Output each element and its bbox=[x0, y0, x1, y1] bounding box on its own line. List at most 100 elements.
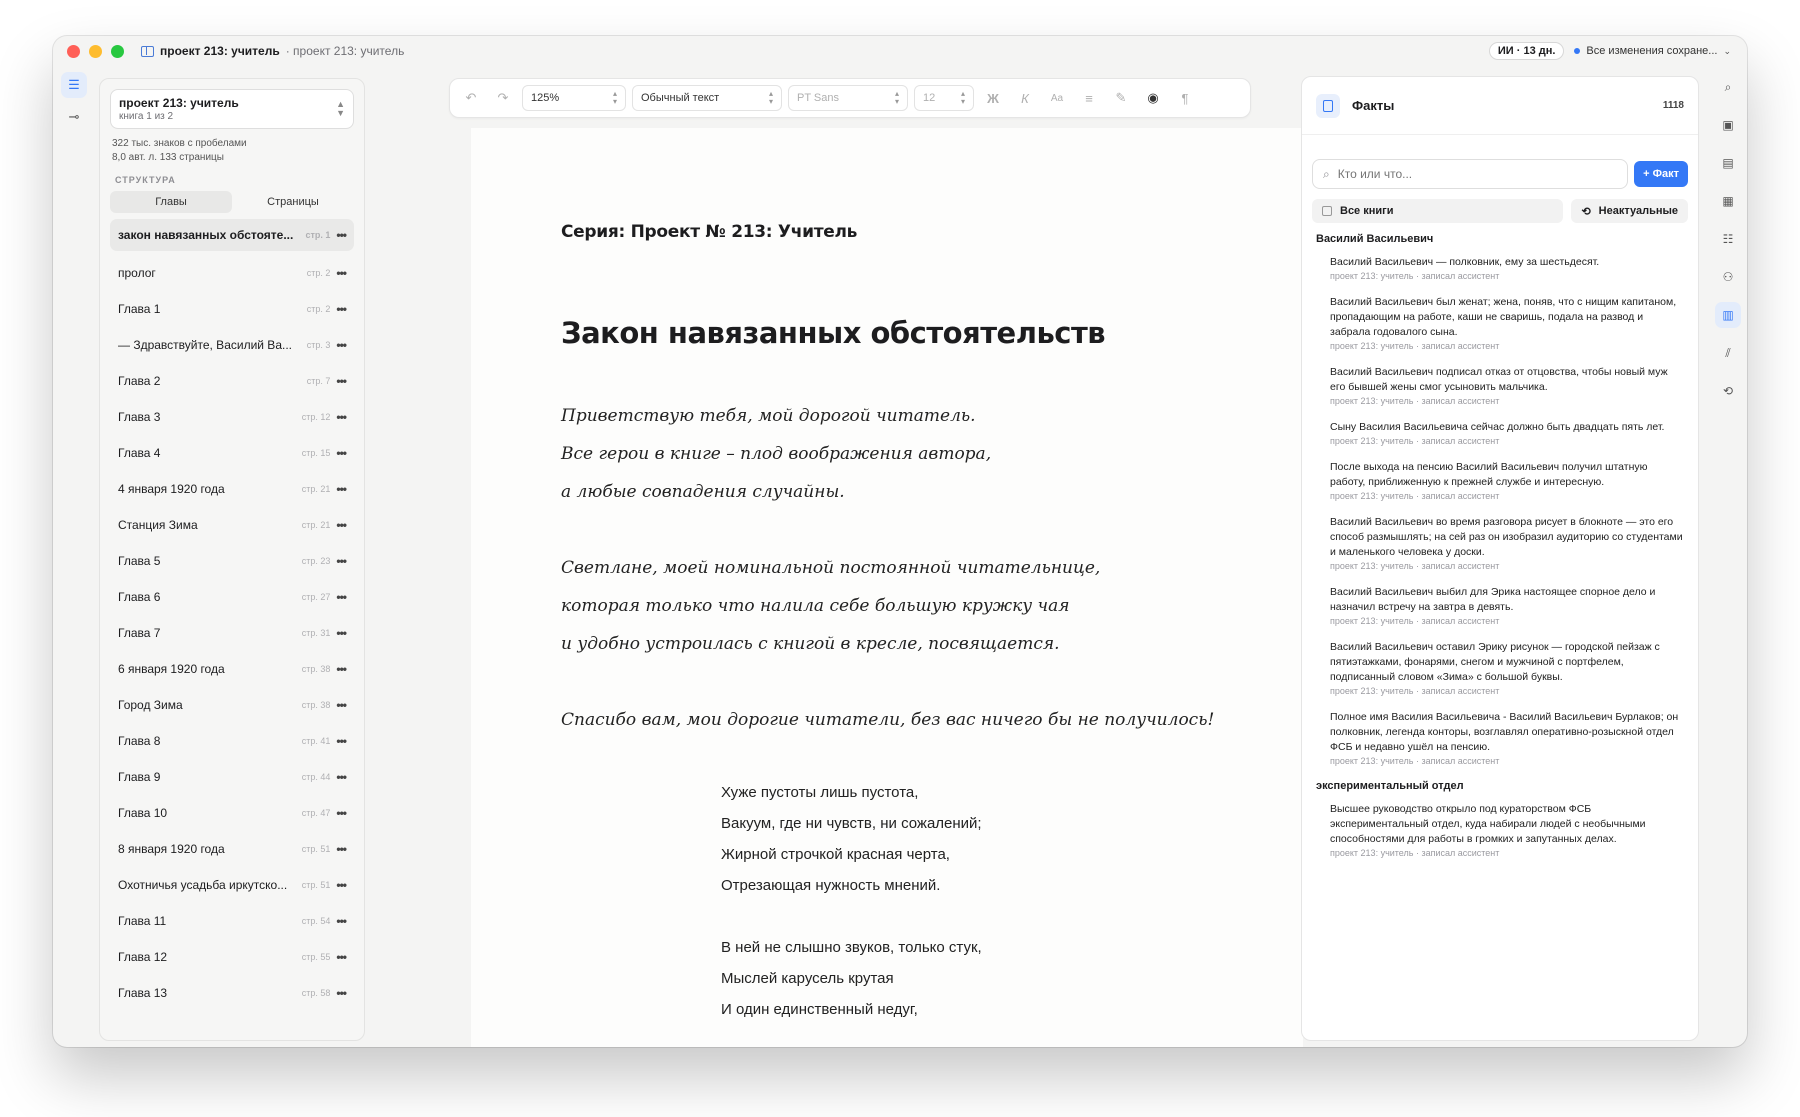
more-icon[interactable]: ••• bbox=[336, 518, 347, 532]
fact-item[interactable]: Василий Васильевич — полковник, ему за ш… bbox=[1302, 255, 1698, 281]
stats-chart-icon[interactable]: ⫽ bbox=[1715, 340, 1741, 366]
more-icon[interactable]: ••• bbox=[336, 842, 347, 856]
fact-item[interactable]: Полное имя Василия Васильевича - Василий… bbox=[1302, 710, 1698, 766]
more-icon[interactable]: ••• bbox=[336, 950, 347, 964]
add-fact-button[interactable]: + Факт bbox=[1634, 161, 1688, 187]
chapter-item[interactable]: Глава 4 стр. 15 ••• bbox=[110, 435, 354, 471]
chapter-item[interactable]: Глава 5 стр. 23 ••• bbox=[110, 543, 354, 579]
chapter-item[interactable]: Глава 9 стр. 44 ••• bbox=[110, 759, 354, 795]
chapter-item[interactable]: Глава 6 стр. 27 ••• bbox=[110, 579, 354, 615]
chapter-item[interactable]: Станция Зима стр. 21 ••• bbox=[110, 507, 354, 543]
chapter-item[interactable]: 6 января 1920 года стр. 38 ••• bbox=[110, 651, 354, 687]
chapter-page: стр. 31 bbox=[301, 628, 331, 638]
undo-icon[interactable]: ↶ bbox=[458, 85, 484, 111]
more-icon[interactable]: ••• bbox=[336, 482, 347, 496]
chapter-item[interactable]: Глава 3 стр. 12 ••• bbox=[110, 399, 354, 435]
chapter-item[interactable]: Глава 11 стр. 54 ••• bbox=[110, 903, 354, 939]
tab-chapters[interactable]: Главы bbox=[110, 191, 232, 213]
text-case-button[interactable]: Aa bbox=[1044, 85, 1070, 111]
chapter-item[interactable]: Глава 1 стр. 2 ••• bbox=[110, 291, 354, 327]
more-icon[interactable]: ••• bbox=[336, 986, 347, 1000]
filter-outdated[interactable]: ⟲ Неактуальные bbox=[1571, 199, 1688, 223]
more-icon[interactable]: ••• bbox=[336, 662, 347, 676]
more-icon[interactable]: ••• bbox=[336, 228, 347, 242]
more-icon[interactable]: ••• bbox=[336, 302, 347, 316]
fact-text: Василий Васильевич был женат; жена, поня… bbox=[1330, 296, 1677, 338]
facts-title: Факты bbox=[1352, 98, 1395, 113]
save-status[interactable]: Все изменения сохране... ⌄ bbox=[1574, 45, 1731, 57]
more-icon[interactable]: ••• bbox=[336, 266, 347, 280]
updown-chevron-icon: ▴ ▾ bbox=[894, 89, 899, 106]
font-size-select[interactable]: 12 ▴ ▾ bbox=[914, 85, 974, 111]
zoom-window-button[interactable] bbox=[111, 45, 124, 58]
filter-all-books[interactable]: Все книги bbox=[1312, 199, 1564, 223]
chapter-item[interactable]: Глава 10 стр. 47 ••• bbox=[110, 795, 354, 831]
italic-button[interactable]: К bbox=[1012, 85, 1038, 111]
fact-item[interactable]: Василий Васильевич выбил для Эрика насто… bbox=[1302, 585, 1698, 626]
chapter-item[interactable]: закон навязанных обстояте... стр. 1 ••• bbox=[110, 219, 354, 251]
fact-item[interactable]: Сыну Василия Васильевича сейчас должно б… bbox=[1302, 420, 1698, 446]
assistant-robot-icon[interactable]: ▣ bbox=[1715, 112, 1741, 138]
updown-chevron-icon: ▴ ▾ bbox=[768, 89, 773, 106]
fact-item[interactable]: Василий Васильевич подписал отказ от отц… bbox=[1302, 365, 1698, 406]
chapter-item[interactable]: Глава 7 стр. 31 ••• bbox=[110, 615, 354, 651]
chapter-item[interactable]: 8 января 1920 года стр. 51 ••• bbox=[110, 831, 354, 867]
fact-item[interactable]: Василий Васильевич во время разговора ри… bbox=[1302, 515, 1698, 571]
chapter-item[interactable]: Глава 13 стр. 58 ••• bbox=[110, 975, 354, 1011]
chapter-name: Глава 7 bbox=[118, 626, 161, 640]
chapter-item[interactable]: Глава 12 стр. 55 ••• bbox=[110, 939, 354, 975]
chapter-name: Глава 10 bbox=[118, 806, 168, 820]
facts-icon[interactable]: ▥ bbox=[1715, 302, 1741, 328]
redo-icon[interactable]: ↷ bbox=[490, 85, 516, 111]
chapter-item[interactable]: Глава 2 стр. 7 ••• bbox=[110, 363, 354, 399]
notes-icon[interactable]: ▦ bbox=[1715, 188, 1741, 214]
align-icon[interactable]: ≡ bbox=[1076, 85, 1102, 111]
pilcrow-icon[interactable]: ¶ bbox=[1172, 85, 1198, 111]
chapter-item[interactable]: 4 января 1920 года стр. 21 ••• bbox=[110, 471, 354, 507]
ai-badge[interactable]: ИИ · 13 дн. bbox=[1488, 42, 1565, 60]
zoom-select[interactable]: 125% ▴ ▾ bbox=[522, 85, 626, 111]
pen-icon[interactable]: ✎ bbox=[1108, 85, 1134, 111]
minimize-window-button[interactable] bbox=[89, 45, 102, 58]
fact-item[interactable]: После выхода на пенсию Василий Васильеви… bbox=[1302, 460, 1698, 501]
close-window-button[interactable] bbox=[67, 45, 80, 58]
facts-search-input[interactable] bbox=[1337, 167, 1618, 181]
chapter-item[interactable]: Город Зима стр. 38 ••• bbox=[110, 687, 354, 723]
fact-item[interactable]: Высшее руководство открыло под кураторст… bbox=[1302, 802, 1698, 858]
chapter-item[interactable]: Глава 8 стр. 41 ••• bbox=[110, 723, 354, 759]
bold-button[interactable]: Ж bbox=[980, 85, 1006, 111]
facts-search-box[interactable]: ⌕ bbox=[1312, 159, 1629, 189]
checklist-icon[interactable]: ☷ bbox=[1715, 226, 1741, 252]
commit-icon[interactable]: ⊸ bbox=[61, 104, 87, 130]
more-icon[interactable]: ••• bbox=[336, 770, 347, 784]
editor-page[interactable]: Серия: Проект № 213: Учитель Закон навяз… bbox=[471, 128, 1303, 1047]
search-icon[interactable]: ⌕ bbox=[1715, 74, 1741, 100]
font-family-select[interactable]: PT Sans ▴ ▾ bbox=[788, 85, 908, 111]
fact-item[interactable]: Василий Васильевич оставил Эрику рисунок… bbox=[1302, 640, 1698, 696]
history-icon[interactable]: ⟲ bbox=[1715, 378, 1741, 404]
more-icon[interactable]: ••• bbox=[336, 698, 347, 712]
characters-icon[interactable]: ⚇ bbox=[1715, 264, 1741, 290]
paragraph-style-select[interactable]: Обычный текст ▴ ▾ bbox=[632, 85, 782, 111]
more-icon[interactable]: ••• bbox=[336, 878, 347, 892]
more-icon[interactable]: ••• bbox=[336, 590, 347, 604]
more-icon[interactable]: ••• bbox=[336, 446, 347, 460]
fact-item[interactable]: Василий Васильевич был женат; жена, поня… bbox=[1302, 295, 1698, 351]
tab-pages[interactable]: Страницы bbox=[232, 191, 354, 213]
structure-toggle-icon[interactable]: ☰ bbox=[61, 72, 87, 98]
more-icon[interactable]: ••• bbox=[336, 914, 347, 928]
more-icon[interactable]: ••• bbox=[336, 374, 347, 388]
chapter-item[interactable]: Охотничья усадьба иркутско... стр. 51 ••• bbox=[110, 867, 354, 903]
more-icon[interactable]: ••• bbox=[336, 338, 347, 352]
more-icon[interactable]: ••• bbox=[336, 410, 347, 424]
document-icon[interactable]: ▤ bbox=[1715, 150, 1741, 176]
more-icon[interactable]: ••• bbox=[336, 626, 347, 640]
more-icon[interactable]: ••• bbox=[336, 554, 347, 568]
eye-icon[interactable]: ◉ bbox=[1140, 85, 1166, 111]
chapter-item[interactable]: — Здравствуйте, Василий Ва... стр. 3 ••• bbox=[110, 327, 354, 363]
project-selector[interactable]: проект 213: учитель книга 1 из 2 ▲ ▼ bbox=[110, 89, 354, 129]
more-icon[interactable]: ••• bbox=[336, 734, 347, 748]
chapter-item[interactable]: пролог стр. 2 ••• bbox=[110, 255, 354, 291]
updown-chevron-icon: ▴ ▾ bbox=[612, 89, 617, 106]
more-icon[interactable]: ••• bbox=[336, 806, 347, 820]
